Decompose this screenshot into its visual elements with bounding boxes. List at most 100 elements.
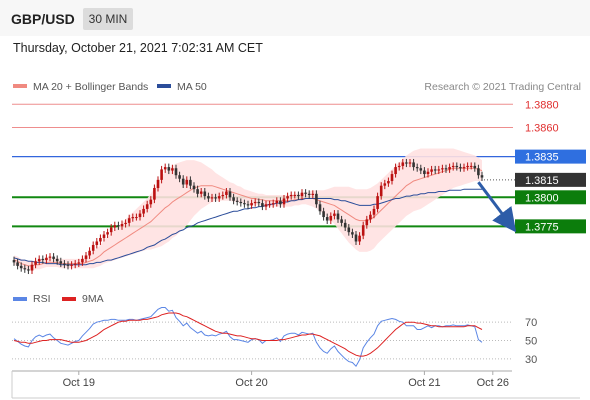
candle-body — [102, 234, 106, 238]
candle-body — [41, 258, 45, 261]
candle-body — [30, 264, 34, 271]
rsi-legend-label-1: 9MA — [82, 293, 104, 305]
candle-body — [275, 200, 279, 204]
candle-body — [217, 196, 221, 199]
pivot-label: 1.3835 — [525, 152, 559, 164]
candle-body — [336, 213, 340, 220]
candle-body — [192, 185, 196, 190]
candle-body — [214, 197, 217, 199]
candle-body — [34, 261, 37, 265]
candle-body — [300, 192, 304, 197]
candle-body — [225, 191, 228, 195]
candle-body — [235, 200, 239, 202]
candle-body — [423, 170, 426, 175]
current-price-label: 1.3815 — [525, 175, 559, 187]
candle-body — [257, 201, 261, 204]
candle-body — [171, 168, 174, 171]
candle-body — [279, 200, 282, 205]
candle-body — [433, 169, 437, 171]
candle-body — [160, 169, 163, 180]
legend-swatch-1 — [157, 84, 171, 88]
candle-body — [27, 269, 30, 271]
candle-body — [455, 165, 459, 168]
candle-body — [250, 203, 253, 206]
candle-body — [145, 204, 149, 209]
legend-label-1: MA 50 — [177, 81, 207, 93]
candle-body — [55, 258, 59, 262]
candle-body — [351, 232, 354, 235]
candle-body — [286, 196, 289, 199]
resistance-label: 1.3880 — [525, 99, 559, 111]
candle-body — [325, 217, 329, 221]
bollinger-bands — [14, 148, 482, 271]
candle-body — [77, 262, 81, 264]
support-label: 1.3775 — [525, 221, 559, 233]
price-chart: MA 20 + Bollinger Bands MA 50 Research © 2… — [11, 81, 586, 399]
candle-body — [113, 225, 117, 228]
candle-body — [106, 232, 109, 235]
candle-body — [163, 167, 167, 170]
candle-body — [264, 204, 268, 207]
candle-body — [473, 165, 477, 169]
candle-body — [228, 191, 232, 198]
candle-body — [203, 191, 207, 197]
candle-body — [412, 162, 415, 168]
candle-body — [415, 167, 419, 169]
candle-body — [419, 168, 423, 171]
candle-body — [199, 191, 203, 194]
candle-body — [365, 219, 369, 226]
candle-body — [174, 168, 178, 176]
candle-body — [23, 268, 27, 270]
candle-body — [311, 193, 315, 195]
rsi-legend-swatch-0 — [13, 297, 27, 301]
candle-body — [322, 211, 325, 218]
candle-body — [91, 244, 95, 251]
candle-body — [261, 203, 264, 207]
candle-body — [63, 263, 66, 265]
candle-body — [441, 168, 444, 170]
candle-body — [185, 179, 189, 185]
candle-body — [81, 258, 84, 263]
legend-label-0: MA 20 + Bollinger Bands — [33, 81, 148, 93]
candle-body — [408, 162, 412, 164]
candle-body — [52, 256, 55, 259]
candle-body — [394, 167, 397, 175]
rsi-level-label: 30 — [525, 354, 537, 366]
level-labels: 1.3880 1.3860 1.3835 1.3815 1.3800 1.3775 — [477, 99, 586, 234]
candle-body — [448, 167, 451, 170]
candle-body — [268, 204, 271, 206]
x-tick-label: Oct 19 — [63, 377, 95, 389]
candle-body — [358, 235, 361, 242]
x-tick-label: Oct 26 — [477, 377, 509, 389]
candle-body — [149, 199, 153, 205]
candle-body — [95, 241, 99, 245]
candle-body — [282, 198, 286, 205]
bollinger-band-area — [14, 148, 482, 271]
candle-body — [315, 193, 318, 205]
candle-body — [178, 175, 181, 179]
candle-body — [369, 214, 372, 220]
candle-body — [19, 265, 23, 269]
support-label: 1.3800 — [525, 192, 559, 204]
candle-body — [239, 201, 243, 204]
candle-body — [109, 227, 113, 233]
candle-body — [253, 201, 257, 204]
candle-body — [189, 179, 192, 186]
chart-legend: MA 20 + Bollinger Bands MA 50 Research © 2… — [13, 81, 581, 93]
candle-body — [88, 250, 91, 256]
candle-body — [354, 234, 358, 242]
candle-body — [451, 165, 455, 168]
candle-body — [48, 256, 52, 258]
candle-body — [138, 213, 142, 218]
candle-body — [99, 237, 102, 242]
candle-body — [124, 222, 127, 225]
candle-body — [127, 218, 131, 223]
candle-body — [329, 215, 333, 221]
candle-body — [37, 258, 41, 262]
candle-body — [405, 162, 408, 164]
candle-body — [153, 188, 156, 200]
candle-body — [304, 192, 307, 194]
watermark: Research © 2021 Trading Central — [424, 81, 581, 93]
legend-swatch-0 — [13, 84, 27, 88]
candle-body — [444, 168, 448, 170]
